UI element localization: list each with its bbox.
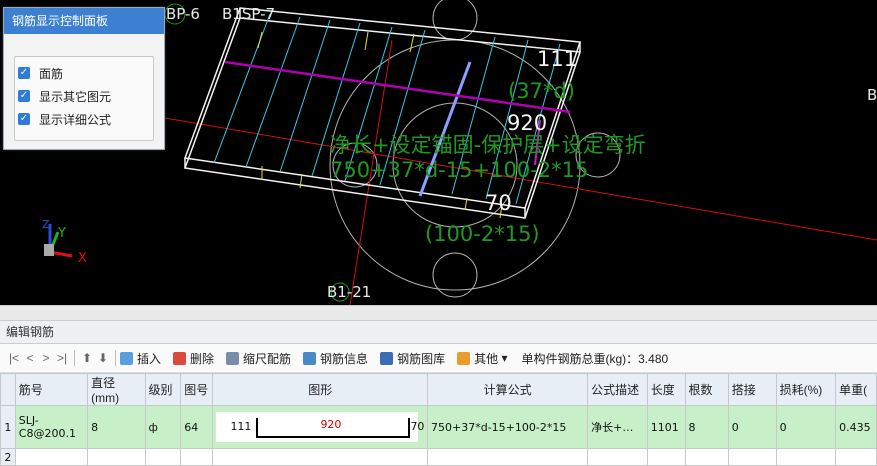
other-icon (457, 351, 471, 365)
cell-name[interactable]: SLJ-C8@200.1 (14, 405, 89, 449)
rownum-header (0, 373, 16, 406)
cell-formula[interactable]: 750+37*d-15+100-2*15 (427, 405, 589, 449)
move-down-icon[interactable]: ⬇ (95, 351, 111, 365)
insert-icon (120, 351, 133, 365)
column-header[interactable]: 图形 (212, 373, 429, 406)
library-label: 钢筋图库 (397, 351, 446, 366)
label-left-formula: (37*d) (508, 79, 575, 103)
cell-description[interactable]: 净长+… (587, 405, 648, 449)
label-right-length: 70 (485, 191, 512, 215)
row-number: 2 (0, 448, 16, 466)
checkbox-label: 面筋 (39, 66, 64, 81)
total-weight: 单构件钢筋总重(kg)：3.480 (521, 351, 669, 366)
column-header[interactable]: 级别 (144, 373, 182, 406)
delete-label: 删除 (190, 351, 215, 366)
label-main-formula: 净长+设定锚固-保护层+设定弯折 (330, 133, 646, 157)
cell-figure[interactable]: 64 (180, 405, 214, 449)
table-row[interactable]: 2 (0, 448, 877, 466)
delete-button[interactable]: 删除 (173, 350, 214, 367)
cell-shape[interactable]: 111 920 70 (212, 405, 429, 449)
column-header[interactable]: 搭接 (727, 373, 777, 406)
insert-label: 插入 (137, 351, 162, 366)
check-icon[interactable]: ✓ (18, 90, 30, 102)
rebar-display-panel: 钢筋显示控制面板 ✓ 面筋 ✓ 显示其它图元 ✓ 显示详细公式 (3, 7, 165, 150)
cell-unit-weight[interactable]: 0.435 (835, 405, 877, 449)
rebar-editor: 编辑钢筋 |< < > >| ⬆ ⬇ 插入 删除 缩尺配筋 钢筋信息 钢筋图库 … (0, 305, 877, 466)
info-icon (303, 351, 317, 365)
first-record-button[interactable]: |< (6, 351, 22, 365)
cell-length[interactable]: 1101 (646, 405, 686, 449)
label-main-formula-values: 750+37*d-15+100-2*15 (330, 158, 588, 182)
axis-y-label: Y (57, 226, 66, 241)
scale-label: 缩尺配筋 (243, 351, 292, 366)
rebar-library-button[interactable]: 钢筋图库 (380, 350, 445, 367)
editor-title: 编辑钢筋 (0, 321, 877, 344)
shape-right-length: 70 (410, 420, 425, 433)
column-header[interactable]: 筋号 (14, 373, 89, 406)
cell-diameter[interactable]: 8 (87, 405, 146, 449)
other-menu-button[interactable]: 其他 ▾ (457, 350, 507, 367)
other-label: 其他 (474, 351, 499, 366)
move-up-icon[interactable]: ⬆ (79, 351, 95, 365)
label-edge-b: B (867, 86, 877, 104)
cell-lap[interactable]: 0 (727, 405, 777, 449)
label-left-length: 111 (537, 47, 577, 71)
checkbox-label: 显示其它图元 (39, 89, 112, 104)
rebar-info-button[interactable]: 钢筋信息 (303, 350, 368, 367)
cell-count[interactable]: 8 (684, 405, 729, 449)
insert-button[interactable]: 插入 (120, 350, 161, 367)
label-b1-21: B1-21 (327, 283, 371, 301)
scale-rebar-button[interactable]: 缩尺配筋 (226, 350, 291, 367)
column-header[interactable]: 根数 (684, 373, 729, 406)
check-icon[interactable]: ✓ (18, 113, 30, 125)
library-icon (380, 351, 394, 365)
ruler-icon (226, 351, 240, 365)
column-header[interactable]: 长度 (646, 373, 686, 406)
cell-loss[interactable]: 0 (775, 405, 837, 449)
prev-record-button[interactable]: < (22, 351, 38, 365)
splitter[interactable] (0, 305, 877, 321)
checkbox-show-detail-formula[interactable]: ✓ 显示详细公式 (18, 111, 111, 127)
cell-grade[interactable]: ф (144, 405, 182, 449)
column-header[interactable]: 单重( (835, 373, 877, 406)
rebar-table: 筋号 直径(mm) 级别 图号 图形 计算公式 公式描述 长度 根数 搭接 损耗… (0, 373, 877, 466)
chevron-down-icon: ▾ (501, 351, 508, 365)
row-number: 1 (0, 405, 16, 449)
editor-toolbar: |< < > >| ⬆ ⬇ 插入 删除 缩尺配筋 钢筋信息 钢筋图库 其他 ▾ … (0, 344, 877, 373)
table-row[interactable]: 1 SLJ-C8@200.1 8 ф 64 111 920 70 750+37*… (0, 405, 877, 449)
info-label: 钢筋信息 (320, 351, 369, 366)
checkbox-label: 显示详细公式 (39, 112, 112, 127)
axis-z-label: Z (42, 218, 50, 231)
axis-gizmo: Y X Z (42, 218, 87, 266)
check-icon[interactable]: ✓ (18, 67, 30, 79)
column-header[interactable]: 直径(mm) (87, 373, 146, 406)
checkbox-top-rebar[interactable]: ✓ 面筋 (18, 65, 63, 81)
checkbox-show-other-elements[interactable]: ✓ 显示其它图元 (18, 88, 111, 104)
column-header[interactable]: 损耗(%) (775, 373, 837, 406)
panel-title: 钢筋显示控制面板 (4, 8, 164, 34)
column-header[interactable]: 图号 (180, 373, 214, 406)
label-mid-length: 920 (507, 111, 547, 135)
label-b1sp7: B1SP-7 (222, 5, 275, 23)
next-record-button[interactable]: > (38, 351, 54, 365)
column-header[interactable]: 计算公式 (427, 373, 589, 406)
delete-icon (173, 351, 187, 365)
label-right-formula: (100-2*15) (425, 222, 540, 246)
3d-viewport[interactable]: Y X Z BP-6 B1SP-7 B1-21 B 111 (37*d) 920… (0, 0, 877, 305)
label-bp6: BP-6 (166, 5, 200, 23)
shape-mid-length[interactable]: 920 (320, 418, 341, 431)
last-record-button[interactable]: >| (54, 351, 70, 365)
column-header[interactable]: 公式描述 (587, 373, 648, 406)
axis-x-label: X (78, 251, 87, 266)
shape-left-length: 111 (230, 420, 252, 433)
